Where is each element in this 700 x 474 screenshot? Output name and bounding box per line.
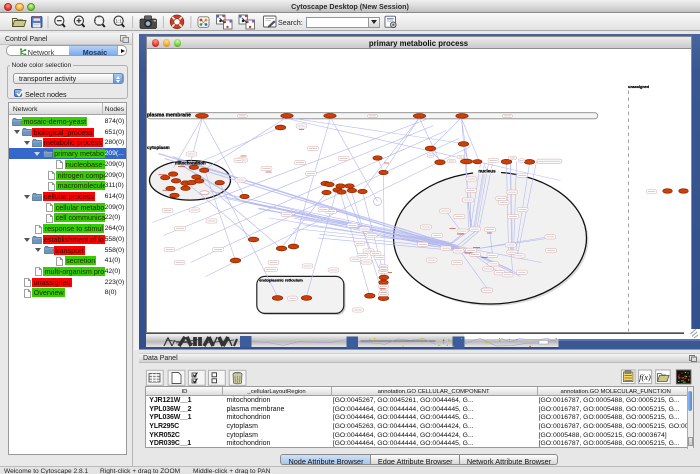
svg-text:nucleus: nucleus	[478, 168, 496, 173]
svg-text:plasma membrane: plasma membrane	[147, 112, 191, 118]
svg-text:unassigned: unassigned	[628, 84, 650, 88]
svg-text:cytoplasm: cytoplasm	[147, 145, 170, 150]
svg-text:mitochondrion: mitochondrion	[175, 160, 206, 165]
svg-text:f(x): f(x)	[639, 372, 651, 382]
svg-text:endoplasmic reticulum: endoplasmic reticulum	[259, 277, 303, 282]
svg-text:1:1: 1:1	[115, 19, 122, 24]
